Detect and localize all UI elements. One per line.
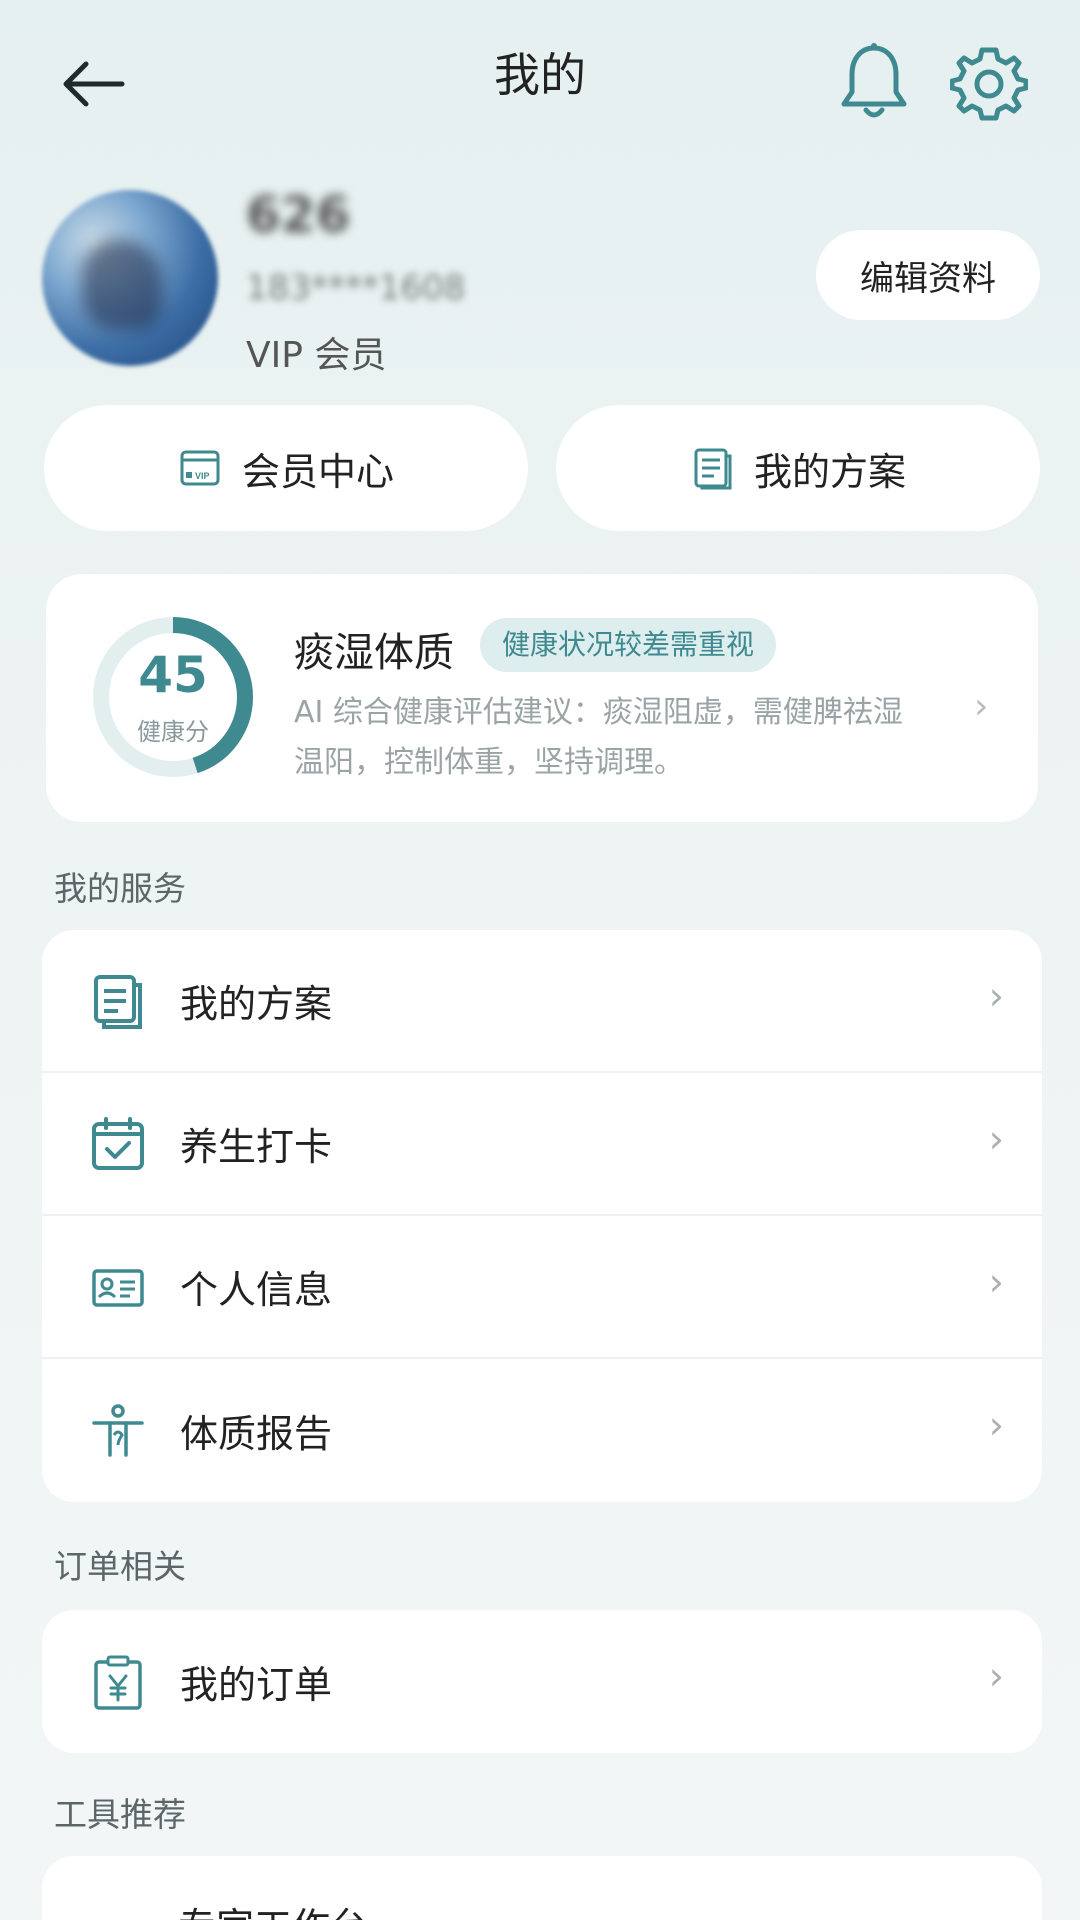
list-item-label: 个人信息 <box>180 1268 333 1312</box>
calendar-check-icon <box>92 1116 144 1170</box>
back-button[interactable] <box>58 44 158 124</box>
body-report-icon <box>92 1403 144 1457</box>
page-title: 我的 <box>494 48 586 102</box>
member-center-label: 会员中心 <box>241 449 394 494</box>
list-item-label: 我的订单 <box>180 1663 333 1707</box>
orders-list: 我的订单 › <box>42 1610 1042 1753</box>
chevron-right-icon: › <box>988 1117 1004 1161</box>
constitution-type: 痰湿体质 <box>294 630 454 676</box>
list-item-personal-info[interactable]: 个人信息 › <box>42 1216 1042 1359</box>
health-score-card[interactable]: 45 健康分 痰湿体质 健康状况较差需重视 AI 综合健康评估建议：痰湿阻虚，需… <box>46 574 1038 822</box>
list-item-label: 专家工作台 <box>178 1896 368 1920</box>
list-item-my-plan[interactable]: 我的方案 › <box>42 930 1042 1073</box>
chevron-right-icon: › <box>988 1260 1004 1304</box>
services-section-title: 我的服务 <box>54 869 186 908</box>
notification-button[interactable] <box>838 40 910 122</box>
list-item-label: 养生打卡 <box>180 1125 333 1169</box>
svg-text:VIP: VIP <box>195 471 210 481</box>
phone-number: 183****1608 <box>246 268 466 308</box>
edit-profile-button[interactable]: 编辑资料 <box>816 230 1040 320</box>
tools-list: 专家工作台 <box>42 1856 1042 1920</box>
chevron-right-icon: › <box>988 974 1004 1018</box>
id-card-icon <box>92 1268 144 1307</box>
vip-card-icon: VIP <box>180 450 220 486</box>
list-item-my-orders[interactable]: 我的订单 › <box>42 1610 1042 1753</box>
status-badge: 健康状况较差需重视 <box>480 618 777 672</box>
orders-section-title: 订单相关 <box>54 1547 186 1586</box>
chevron-right-icon: › <box>974 686 989 727</box>
document-icon <box>94 974 142 1029</box>
avatar[interactable] <box>42 190 218 366</box>
nickname: 626 <box>246 186 351 244</box>
back-arrow-icon <box>63 61 125 107</box>
member-center-button[interactable]: VIP 会员中心 <box>44 405 528 531</box>
list-item-checkin[interactable]: 养生打卡 › <box>42 1073 1042 1216</box>
gear-icon <box>949 47 1029 121</box>
chevron-right-icon: › <box>988 1403 1004 1447</box>
my-plan-quick-label: 我的方案 <box>753 449 906 494</box>
tools-section-title: 工具推荐 <box>54 1795 186 1834</box>
document-icon <box>694 448 732 490</box>
services-list: 我的方案 › 养生打卡 › 个人信息 › 体质报告 › <box>42 930 1042 1502</box>
health-advice: AI 综合健康评估建议：痰湿阻虚，需健脾祛湿 温阳，控制体重，坚持调理。 <box>294 688 994 788</box>
list-item-constitution-report[interactable]: 体质报告 › <box>42 1359 1042 1502</box>
health-advice-line2: 温阳，控制体重，坚持调理。 <box>294 745 684 780</box>
list-item-expert-workbench[interactable]: 专家工作台 <box>42 1856 1042 1920</box>
order-yuan-icon <box>94 1655 142 1710</box>
bell-icon <box>841 43 907 118</box>
list-item-label: 我的方案 <box>180 982 333 1026</box>
list-item-label: 体质报告 <box>180 1412 333 1456</box>
health-advice-line1: AI 综合健康评估建议：痰湿阻虚，需健脾祛湿 <box>294 695 903 730</box>
health-score-value: 45 <box>138 646 208 704</box>
settings-button[interactable] <box>949 44 1029 122</box>
member-level: VIP 会员 <box>246 335 387 376</box>
chevron-right-icon: › <box>988 1654 1004 1698</box>
health-score-label: 健康分 <box>137 718 209 746</box>
my-plan-quick-button[interactable]: 我的方案 <box>556 405 1040 531</box>
